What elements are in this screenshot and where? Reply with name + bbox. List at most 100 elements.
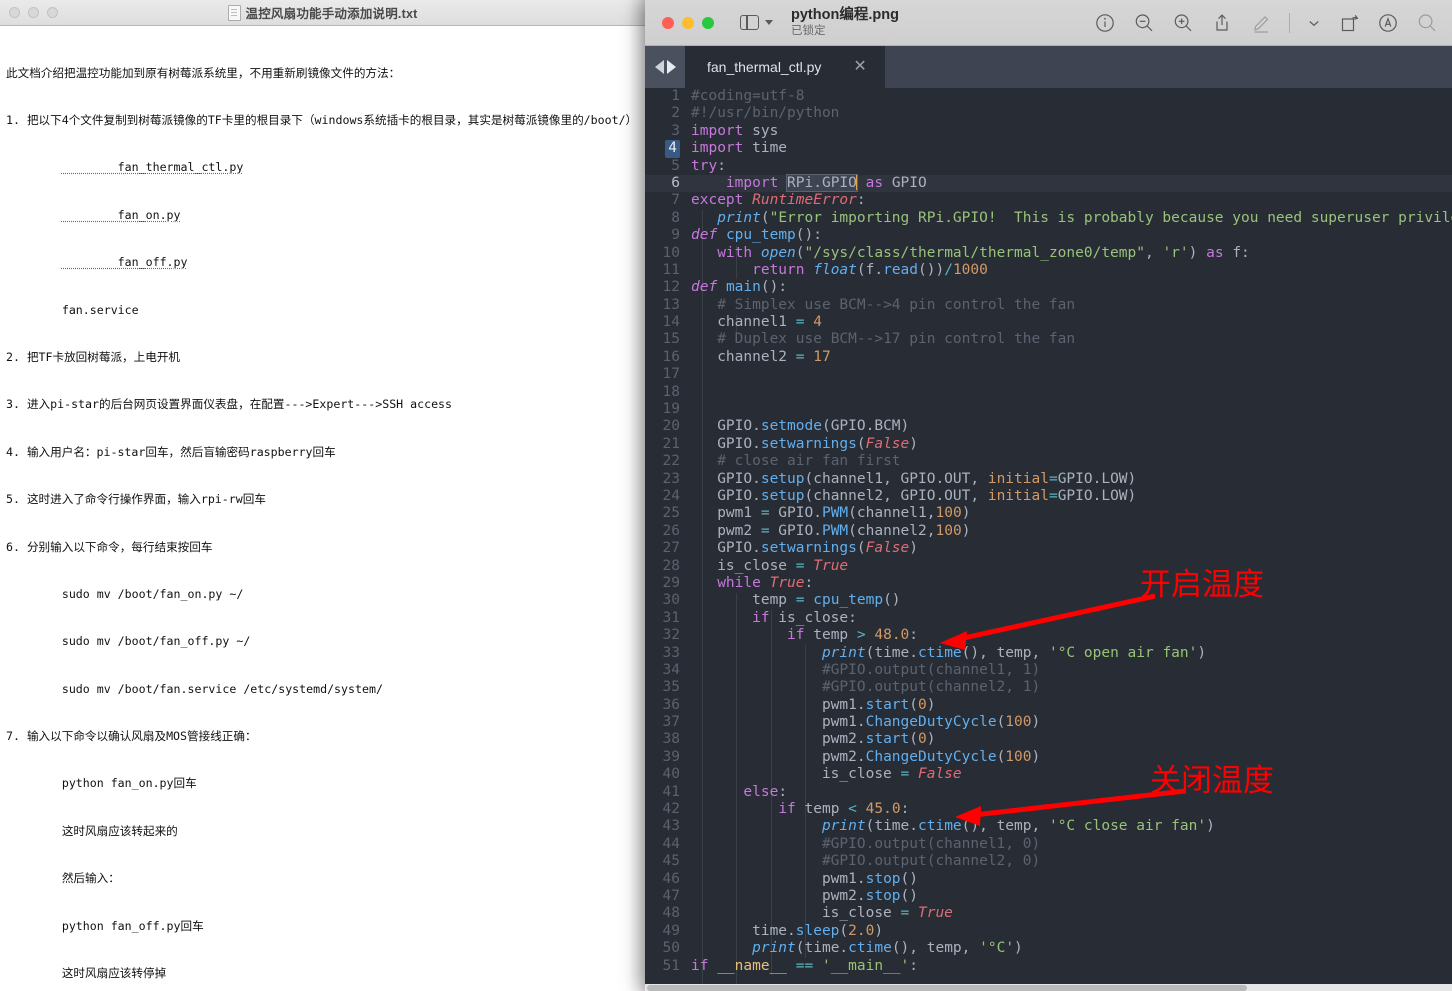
arrow-right-icon[interactable] bbox=[667, 60, 676, 74]
code-line: 29 while True: bbox=[645, 575, 1452, 592]
doc-line: 1. 把以下4个文件复制到树莓派镜像的TF卡里的根目录下（windows系统插卡… bbox=[6, 113, 635, 129]
code-line: 32 if temp > 48.0: bbox=[645, 627, 1452, 644]
line-number: 25 bbox=[645, 505, 691, 522]
code-line: 26 pwm2 = GPIO.PWM(channel2,100) bbox=[645, 523, 1452, 540]
doc-line-text: fan_thermal_ctl.py bbox=[62, 160, 243, 174]
horizontal-scrollbar[interactable] bbox=[645, 984, 1452, 991]
code-line: 34 #GPIO.output(channel1, 1) bbox=[645, 662, 1452, 679]
doc-line: sudo mv /boot/fan.service /etc/systemd/s… bbox=[6, 682, 635, 698]
zoom-in-icon[interactable] bbox=[1172, 12, 1194, 34]
tab-nav-arrows[interactable] bbox=[645, 46, 685, 88]
code-line: 45 #GPIO.output(channel2, 0) bbox=[645, 853, 1452, 870]
line-number: 11 bbox=[645, 262, 691, 279]
doc-line: sudo mv /boot/fan_on.py ~/ bbox=[6, 587, 635, 603]
code-line: 11 return float(f.read())/1000 bbox=[645, 262, 1452, 279]
code-line: 41 else: bbox=[645, 784, 1452, 801]
sidebar-icon bbox=[740, 15, 759, 30]
minimize-button[interactable] bbox=[682, 17, 694, 29]
doc-line-text: fan_on.py bbox=[62, 208, 181, 222]
code-line: 14 channel1 = 4 bbox=[645, 314, 1452, 331]
doc-line: 此文档介绍把温控功能加到原有树莓派系统里，不用重新刷镜像文件的方法： bbox=[6, 66, 635, 82]
line-number: 36 bbox=[645, 697, 691, 714]
code-line: 46 pwm1.stop() bbox=[645, 871, 1452, 888]
search-icon[interactable] bbox=[1416, 12, 1438, 34]
code-line: 38 pwm2.start(0) bbox=[645, 731, 1452, 748]
text-window-traffic-lights[interactable] bbox=[9, 7, 58, 18]
maximize-button[interactable] bbox=[702, 17, 714, 29]
line-number: 7 bbox=[645, 192, 691, 209]
code-line: 9def cpu_temp(): bbox=[645, 227, 1452, 244]
share-icon[interactable] bbox=[1211, 12, 1233, 34]
line-number: 8 bbox=[645, 210, 691, 227]
png-toolbar-actions bbox=[1094, 0, 1438, 45]
line-number: 16 bbox=[645, 349, 691, 366]
code-line: 35 #GPIO.output(channel2, 1) bbox=[645, 679, 1452, 696]
line-number: 3 bbox=[645, 123, 691, 140]
code-line: 2#!/usr/bin/python bbox=[645, 105, 1452, 122]
code-line: 23 GPIO.setup(channel1, GPIO.OUT, initia… bbox=[645, 471, 1452, 488]
code-line: 20 GPIO.setmode(GPIO.BCM) bbox=[645, 418, 1452, 435]
code-line: 13 # Simplex use BCM-->4 pin control the… bbox=[645, 297, 1452, 314]
screen: 温控风扇功能手动添加说明.txt 此文档介绍把温控功能加到原有树莓派系统里，不用… bbox=[0, 0, 1452, 991]
arrow-left-icon[interactable] bbox=[655, 60, 664, 74]
code-line: 12def main(): bbox=[645, 279, 1452, 296]
doc-line: fan_thermal_ctl.py bbox=[6, 160, 635, 176]
maximize-button[interactable] bbox=[47, 7, 58, 18]
selected-token: RPi.GPIO bbox=[787, 175, 857, 191]
scrollbar-thumb[interactable] bbox=[647, 985, 1247, 991]
zoom-out-icon[interactable] bbox=[1133, 12, 1155, 34]
code-line: 31 if is_close: bbox=[645, 610, 1452, 627]
doc-line: 6. 分别输入以下命令，每行结束按回车 bbox=[6, 540, 635, 556]
line-number: 20 bbox=[645, 418, 691, 435]
doc-line: 这时风扇应该转停掉 bbox=[6, 966, 635, 982]
text-window-title: 温控风扇功能手动添加说明.txt bbox=[246, 3, 418, 22]
doc-line: python fan_on.py回车 bbox=[6, 776, 635, 792]
close-icon[interactable]: ✕ bbox=[853, 59, 866, 75]
line-number: 6 bbox=[645, 175, 691, 192]
code-line: 24 GPIO.setup(channel2, GPIO.OUT, initia… bbox=[645, 488, 1452, 505]
code-line: 3import sys bbox=[645, 123, 1452, 140]
line-number: 28 bbox=[645, 558, 691, 575]
code-line: 5try: bbox=[645, 158, 1452, 175]
minimize-button[interactable] bbox=[28, 7, 39, 18]
png-window-toolbar: python编程.png 已锁定 bbox=[645, 0, 1452, 46]
doc-line: 这时风扇应该转起来的 bbox=[6, 824, 635, 840]
png-preview-window: python编程.png 已锁定 bbox=[645, 0, 1452, 991]
code-editor[interactable]: 1#coding=utf-8 2#!/usr/bin/python 3impor… bbox=[645, 88, 1452, 991]
line-number: 2 bbox=[645, 105, 691, 122]
info-icon[interactable] bbox=[1094, 12, 1116, 34]
line-number: 38 bbox=[645, 731, 691, 748]
rotate-icon[interactable] bbox=[1338, 12, 1360, 34]
png-window-traffic-lights[interactable] bbox=[662, 17, 714, 29]
line-number: 50 bbox=[645, 940, 691, 957]
markup-pen-icon[interactable] bbox=[1250, 12, 1272, 34]
text-window-titlebar: 温控风扇功能手动添加说明.txt bbox=[0, 0, 645, 26]
doc-line: 4. 输入用户名：pi-star回车，然后盲输密码raspberry回车 bbox=[6, 445, 635, 461]
chevron-down-icon bbox=[765, 20, 773, 25]
code-line: 49 time.sleep(2.0) bbox=[645, 923, 1452, 940]
sidebar-toggle-button[interactable] bbox=[740, 15, 773, 30]
annotate-icon[interactable] bbox=[1377, 12, 1399, 34]
line-number: 32 bbox=[645, 627, 691, 644]
line-number: 45 bbox=[645, 853, 691, 870]
line-number: 46 bbox=[645, 871, 691, 888]
png-lock-status: 已锁定 bbox=[791, 25, 899, 38]
line-number: 49 bbox=[645, 923, 691, 940]
line-number: 44 bbox=[645, 836, 691, 853]
line-number: 27 bbox=[645, 540, 691, 557]
chevron-down-icon[interactable] bbox=[1307, 12, 1321, 34]
line-number: 1 bbox=[645, 88, 691, 105]
line-number: 33 bbox=[645, 645, 691, 662]
toolbar-divider bbox=[1289, 13, 1290, 33]
close-button[interactable] bbox=[662, 17, 674, 29]
line-number: 39 bbox=[645, 749, 691, 766]
doc-line: 3. 进入pi-star的后台网页设置界面仪表盘，在配置--->Expert--… bbox=[6, 397, 635, 413]
close-button[interactable] bbox=[9, 7, 20, 18]
code-line-current: 6 import RPi.GPIO as GPIO bbox=[645, 175, 1452, 192]
document-icon bbox=[228, 5, 241, 21]
text-document-body[interactable]: 此文档介绍把温控功能加到原有树莓派系统里，不用重新刷镜像文件的方法： 1. 把以… bbox=[0, 26, 645, 991]
code-line: 10 with open("/sys/class/thermal/thermal… bbox=[645, 245, 1452, 262]
line-number: 51 bbox=[645, 958, 691, 975]
tab-fan-thermal-ctl[interactable]: fan_thermal_ctl.py ✕ bbox=[685, 46, 885, 88]
line-number: 10 bbox=[645, 245, 691, 262]
